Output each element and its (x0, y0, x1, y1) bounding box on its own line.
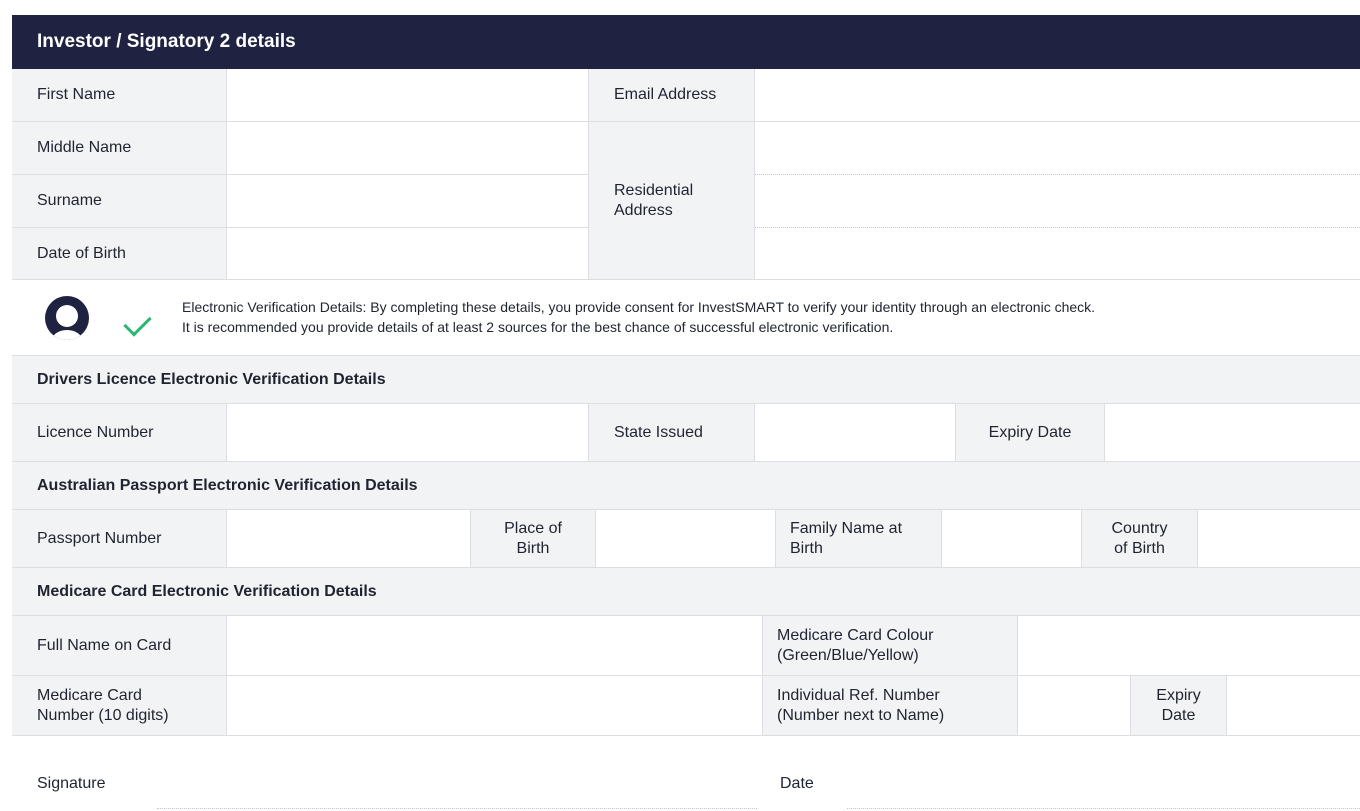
passport-number-field[interactable] (227, 510, 471, 568)
state-issued-field[interactable] (755, 404, 956, 462)
signature-date-line[interactable] (847, 808, 1360, 809)
medicare-card-colour-field[interactable] (1018, 616, 1360, 676)
medicare-card-colour-label: Medicare Card Colour (Green/Blue/Yellow) (763, 616, 1018, 676)
place-of-birth-field[interactable] (596, 510, 776, 568)
verification-notice: Electronic Verification Details: By comp… (12, 280, 1360, 356)
middle-name-field[interactable] (227, 122, 589, 175)
surname-field[interactable] (227, 175, 589, 228)
address-line-1 (755, 174, 1360, 175)
residential-address-field[interactable] (755, 122, 1360, 280)
person-icon (45, 296, 89, 340)
medicare-card-number-label-text: Medicare Card Number (10 digits) (37, 686, 169, 724)
licence-expiry-date-label: Expiry Date (956, 404, 1105, 462)
signature-label: Signature (37, 775, 106, 792)
full-name-on-card-label: Full Name on Card (12, 616, 227, 676)
medicare-card-colour-label-text: Medicare Card Colour (Green/Blue/Yellow) (777, 626, 934, 664)
place-of-birth-label: Place of Birth (471, 510, 596, 568)
country-of-birth-label-text: Country of Birth (1111, 519, 1168, 557)
surname-label: Surname (12, 175, 227, 228)
form-title: Investor / Signatory 2 details (37, 31, 296, 52)
checkmark-icon (123, 308, 152, 337)
verification-notice-text: Electronic Verification Details: By comp… (182, 297, 1095, 337)
address-line-2 (755, 227, 1360, 228)
state-issued-label: State Issued (589, 404, 755, 462)
verification-notice-line-2: It is recommended you provide details of… (182, 319, 894, 335)
medicare-expiry-date-label: Expiry Date (1131, 676, 1227, 736)
first-name-field[interactable] (227, 69, 589, 122)
family-name-at-birth-label-text: Family Name at Birth (790, 519, 903, 557)
place-of-birth-label-text: Place of Birth (504, 519, 562, 557)
verification-notice-line-1: Electronic Verification Details: By comp… (182, 299, 1096, 315)
passport-number-label: Passport Number (12, 510, 227, 568)
licence-number-label: Licence Number (12, 404, 227, 462)
residential-address-label-text: Residential Address (614, 181, 694, 219)
medicare-expiry-date-label-text: Expiry Date (1156, 686, 1201, 724)
full-name-on-card-field[interactable] (227, 616, 763, 676)
investor-signatory-2-form: Investor / Signatory 2 details First Nam… (12, 15, 1360, 811)
middle-name-label: Middle Name (12, 122, 227, 175)
form-header: Investor / Signatory 2 details (12, 15, 1360, 69)
individual-ref-number-field[interactable] (1018, 676, 1131, 736)
passport-section-title: Australian Passport Electronic Verificat… (12, 462, 1360, 510)
individual-ref-number-label-text: Individual Ref. Number (Number next to N… (777, 686, 945, 724)
date-of-birth-label: Date of Birth (12, 228, 227, 280)
country-of-birth-label: Country of Birth (1082, 510, 1198, 568)
residential-address-label: Residential Address (589, 122, 755, 280)
email-address-label: Email Address (589, 69, 755, 122)
first-name-label: First Name (12, 69, 227, 122)
signature-area: Signature Date (12, 736, 1360, 811)
medicare-card-number-field[interactable] (227, 676, 763, 736)
family-name-at-birth-field[interactable] (942, 510, 1082, 568)
medicare-expiry-date-field[interactable] (1227, 676, 1360, 736)
medicare-card-number-label: Medicare Card Number (10 digits) (12, 676, 227, 736)
licence-number-field[interactable] (227, 404, 589, 462)
medicare-section-title: Medicare Card Electronic Verification De… (12, 568, 1360, 616)
date-of-birth-field[interactable] (227, 228, 589, 280)
licence-expiry-date-field[interactable] (1105, 404, 1360, 462)
drivers-licence-section-title: Drivers Licence Electronic Verification … (12, 356, 1360, 404)
date-label: Date (780, 775, 814, 792)
country-of-birth-field[interactable] (1198, 510, 1360, 568)
email-address-field[interactable] (755, 69, 1360, 122)
family-name-at-birth-label: Family Name at Birth (776, 510, 942, 568)
individual-ref-number-label: Individual Ref. Number (Number next to N… (763, 676, 1018, 736)
signature-line[interactable] (157, 808, 757, 809)
